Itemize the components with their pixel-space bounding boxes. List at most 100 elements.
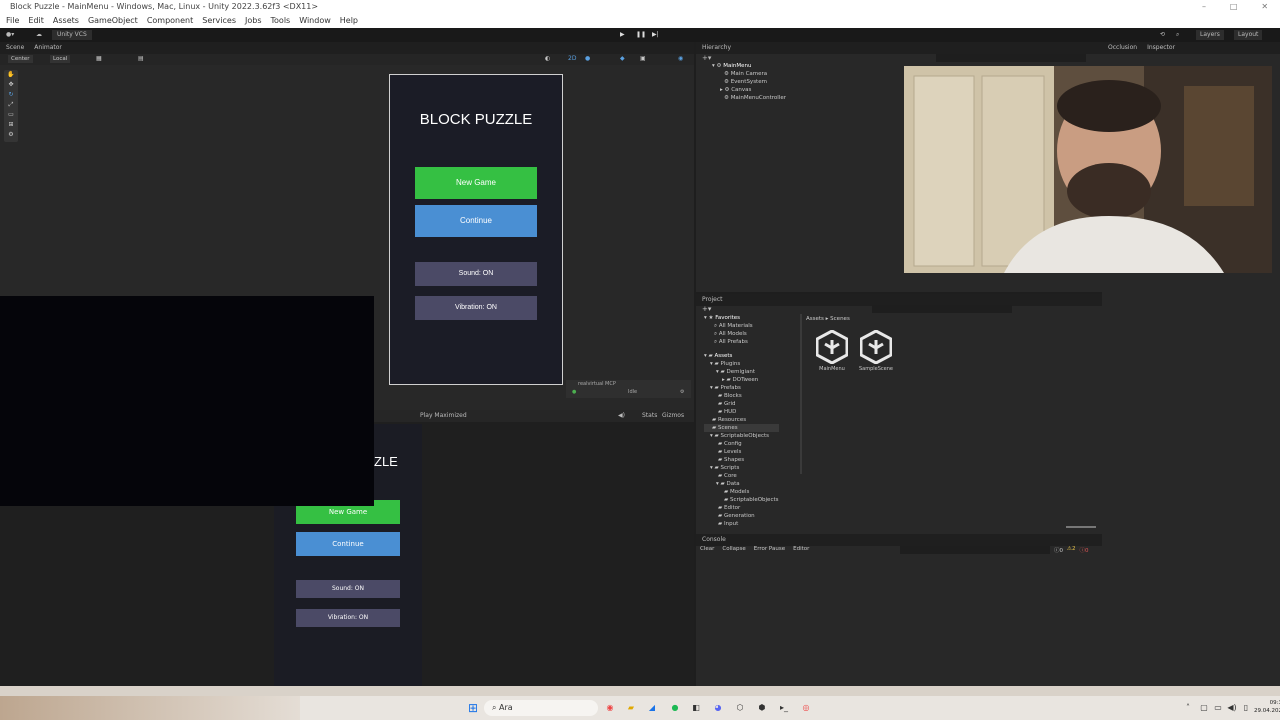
transform-tool-icon[interactable]: ⊞ [4, 120, 18, 130]
battery-icon[interactable]: ▯ [1240, 702, 1252, 714]
hierarchy-item[interactable]: ▸ ⚙ Canvas [712, 86, 786, 94]
clock[interactable]: 09:38 29.04.2026 [1254, 699, 1280, 715]
scene-asset[interactable]: SampleScene [858, 329, 894, 372]
menu-window[interactable]: Window [299, 14, 331, 28]
folder-item[interactable]: ▰ Resources [704, 416, 779, 424]
folder-item[interactable]: ▰ Models [704, 488, 779, 496]
project-search[interactable] [872, 305, 1012, 313]
file-explorer-icon[interactable]: ▰ [625, 702, 637, 714]
snap-increment-icon[interactable]: ▤ [138, 55, 144, 62]
tab-occlusion[interactable]: Occlusion [1108, 42, 1137, 54]
game-sound-button[interactable]: Sound: ON [296, 580, 400, 598]
hierarchy-item[interactable]: ⚙ MainMenuController [712, 94, 786, 102]
warning-count[interactable]: ⚠2 [1067, 546, 1075, 554]
favorite-item[interactable]: ⌕ All Models [704, 330, 779, 338]
hierarchy-search[interactable] [936, 54, 1086, 62]
tray-app-icon[interactable]: ▢ [1198, 702, 1210, 714]
canvas-preview[interactable]: BLOCK PUZZLE New Game Continue Sound: ON… [389, 74, 563, 385]
layout-dropdown[interactable]: Layout [1234, 30, 1263, 40]
gizmos-button[interactable]: Gizmos [662, 410, 684, 422]
folder-item[interactable]: ▰ Generation [704, 512, 779, 520]
folder-item[interactable]: ▰ HUD [704, 408, 779, 416]
menu-tools[interactable]: Tools [271, 14, 291, 28]
spotify-icon[interactable]: ● [669, 702, 681, 714]
grid-snap-icon[interactable]: ▦ [96, 55, 102, 62]
discord-icon[interactable]: ◕ [712, 702, 724, 714]
vscode-icon[interactable]: ◢ [646, 702, 658, 714]
menu-services[interactable]: Services [202, 14, 236, 28]
menu-component[interactable]: Component [147, 14, 193, 28]
folder-item[interactable]: ▰ ScriptableObjects [704, 496, 779, 504]
pause-icon[interactable]: ❚❚ [636, 30, 646, 40]
game-continue-button[interactable]: Continue [296, 532, 400, 556]
close-icon[interactable]: ✕ [1261, 0, 1268, 14]
folder-item-selected[interactable]: ▰ Scenes [704, 424, 779, 432]
folder-item[interactable]: ▰ Shapes [704, 456, 779, 464]
folder-item[interactable]: ▰ Config [704, 440, 779, 448]
create-icon[interactable]: +▾ [702, 305, 711, 313]
mcp-settings-icon[interactable]: ⚙ [680, 389, 684, 395]
error-pause-button[interactable]: Error Pause [754, 546, 785, 552]
folder-item[interactable]: ▾ ▰ Prefabs [704, 384, 779, 392]
collapse-button[interactable]: Collapse [722, 546, 745, 552]
play-maximized-toggle[interactable]: Play Maximized [420, 410, 467, 422]
error-count[interactable]: ⓘ0 [1079, 546, 1088, 554]
vibration-button[interactable]: Vibration: ON [415, 296, 537, 320]
scale-tool-icon[interactable]: ⤢ [4, 100, 18, 110]
hierarchy-item[interactable]: ⚙ Main Camera [712, 70, 786, 78]
folder-item[interactable]: ▾ ▰ Demigiant [704, 368, 779, 376]
tab-inspector[interactable]: Inspector [1147, 42, 1175, 54]
favorite-item[interactable]: ⌕ All Prefabs [704, 338, 779, 346]
tab-animator[interactable]: Animator [34, 42, 62, 54]
folder-item[interactable]: ▰ Levels [704, 448, 779, 456]
stats-button[interactable]: Stats [642, 410, 657, 422]
game-vibration-button[interactable]: Vibration: ON [296, 609, 400, 627]
project-divider[interactable] [800, 314, 802, 474]
console-search[interactable] [900, 546, 1050, 554]
folder-item[interactable]: ▰ Grid [704, 400, 779, 408]
info-count[interactable]: ⓘ0 [1054, 546, 1063, 554]
scene-asset[interactable]: MainMenu [814, 329, 850, 372]
new-game-button[interactable]: New Game [415, 167, 537, 199]
tab-hierarchy[interactable]: Hierarchy [702, 42, 731, 54]
unity-icon[interactable]: ⬢ [756, 702, 768, 714]
menu-gameobject[interactable]: GameObject [88, 14, 138, 28]
gizmos-icon[interactable]: ◉ [678, 55, 683, 62]
taskbar-search[interactable]: ⌕ Ara [484, 700, 598, 716]
hierarchy-item[interactable]: ▾ ⚙ MainMenu [712, 62, 786, 70]
rect-tool-icon[interactable]: ▭ [4, 110, 18, 120]
camera-icon[interactable]: ▣ [640, 55, 646, 62]
breadcrumb-assets[interactable]: Assets [806, 316, 824, 322]
breadcrumb-scenes[interactable]: Scenes [830, 316, 850, 322]
lighting-icon[interactable]: ● [585, 55, 590, 62]
account-icon[interactable]: ●▾ [6, 30, 14, 40]
editor-dropdown[interactable]: Editor [793, 546, 809, 552]
2d-toggle-icon[interactable]: 2D [568, 55, 576, 62]
menu-help[interactable]: Help [340, 14, 358, 28]
effects-icon[interactable]: ◆ [620, 55, 625, 62]
menu-edit[interactable]: Edit [28, 14, 44, 28]
rotate-tool-icon[interactable]: ↻ [4, 90, 18, 100]
custom-tool-icon[interactable]: ⚙ [4, 130, 18, 140]
space-dropdown[interactable]: Local [50, 55, 71, 63]
terminal-icon[interactable]: ▸_ [778, 702, 790, 714]
folder-item[interactable]: ▾ ▰ ScriptableObjects [704, 432, 779, 440]
unity-hub-icon[interactable]: ⬡ [734, 702, 746, 714]
start-icon[interactable]: ⊞ [467, 702, 479, 714]
folder-item[interactable]: ▾ ▰ Assets [704, 352, 779, 360]
step-icon[interactable]: ▶| [652, 30, 659, 40]
menu-jobs[interactable]: Jobs [245, 14, 262, 28]
recording-icon[interactable]: ◎ [800, 702, 812, 714]
favorite-item[interactable]: ⌕ All Materials [704, 322, 779, 330]
minimize-icon[interactable]: – [1202, 0, 1206, 14]
draw-mode-icon[interactable]: ◐ [545, 55, 550, 62]
continue-button[interactable]: Continue [415, 205, 537, 237]
unity-vcs-button[interactable]: Unity VCS [52, 30, 92, 40]
maximize-icon[interactable]: □ [1230, 0, 1238, 14]
hand-tool-icon[interactable]: ✋ [4, 70, 18, 80]
history-icon[interactable]: ⟲ [1160, 30, 1165, 40]
folder-item[interactable]: ▰ Editor [704, 504, 779, 512]
tab-console[interactable]: Console [702, 534, 726, 546]
add-icon[interactable]: +▾ [702, 54, 711, 62]
play-icon[interactable]: ▶ [620, 30, 625, 40]
